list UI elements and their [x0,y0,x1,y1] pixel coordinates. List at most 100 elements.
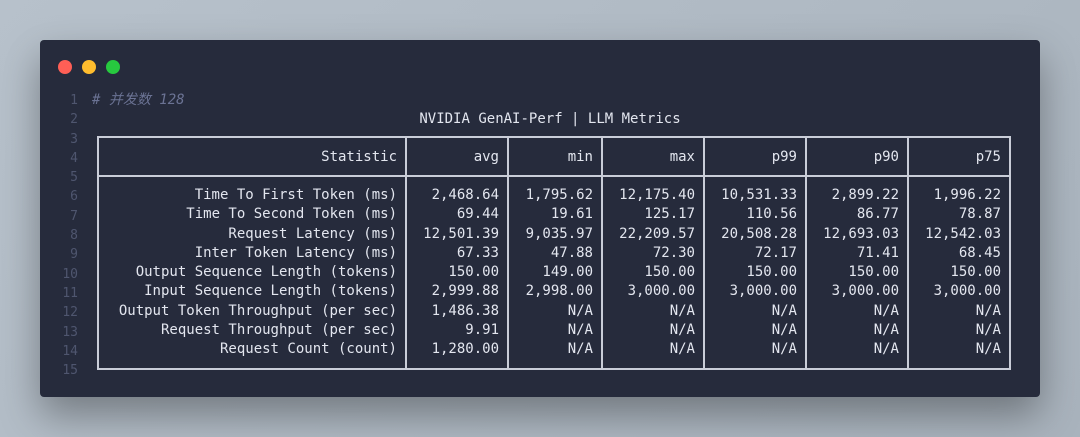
table-cell: N/A [805,321,908,341]
table-cell: 1,795.62 [507,176,602,206]
table-cell: 72.30 [601,243,704,264]
table-cell: 12,501.39 [405,224,508,244]
line-number: 4 [70,150,78,166]
table-cell: N/A [703,301,806,322]
table-cell: 149.00 [507,263,602,283]
table-row: Request Count (count) 1,280.00 N/A N/A N/A N/… [99,340,1009,369]
table-cell: N/A [805,301,908,322]
line-number: 10 [62,266,78,282]
table-title: NVIDIA GenAI-Perf | LLM Metrics [419,111,681,127]
table-cell: N/A [907,321,1009,341]
header-avg: avg [405,138,508,177]
table-cell: 47.88 [507,243,602,264]
line-number: 11 [62,285,78,301]
table-cell: 3,000.00 [907,282,1009,302]
row-label: Request Latency (ms) [228,225,397,242]
line-number: 8 [70,228,78,244]
line-number: 1 [70,93,78,108]
table-header-row: Statistic avg min max p99 p90 p75 [99,138,1009,177]
header-max: max [601,138,704,177]
window-controls [58,60,120,74]
row-label: Inter Token Latency (ms) [194,244,397,261]
table-cell: 2,999.88 [405,282,508,302]
table-cell: 150.00 [805,263,908,283]
terminal-window: 1 2 3 4 5 6 7 8 9 10 11 12 13 14 15 # 并发数 128 NVIDIA G… [40,40,1040,397]
row-label: Time To Second Token (ms) [186,206,397,223]
table-cell: 2,899.22 [805,176,908,206]
line-number: 12 [62,305,78,321]
line-number: 7 [70,208,78,224]
table-cell: N/A [507,321,602,341]
table-cell: N/A [907,301,1009,322]
table-cell: 22,209.57 [601,224,704,244]
table-cell: 86.77 [805,205,908,225]
maximize-button[interactable] [106,60,120,74]
table-cell: 12,175.40 [601,176,704,206]
minimize-button[interactable] [82,60,96,74]
table-cell: 19.61 [507,205,602,225]
table-row: Time To First Token (ms) 2,468.64 1,795.62… [99,176,1009,206]
table-cell: N/A [601,301,704,322]
row-label: Request Count (count) [219,341,397,358]
table-cell: N/A [703,340,806,369]
table-cell: 2,468.64 [405,176,508,206]
line-number: 14 [62,343,78,359]
table-row: Input Sequence Length (tokens) 2,999.88 2,… [99,282,1009,302]
table-cell: N/A [507,340,602,369]
table-cell: 20,508.28 [703,224,806,244]
table-cell: N/A [907,340,1009,369]
line-number: 13 [62,324,78,340]
table-cell: 12,542.03 [907,224,1009,244]
line-number: 15 [62,363,78,379]
table-cell: N/A [805,340,908,369]
table-cell: 1,280.00 [405,340,508,369]
line-number-gutter: 1 2 3 4 5 6 7 8 9 10 11 12 13 14 15 [58,91,78,380]
table-cell: 68.45 [907,243,1009,264]
row-label: Time To First Token (ms) [194,187,397,203]
line-number: 9 [70,247,78,263]
table-cell: 71.41 [805,243,908,264]
table-cell: 67.33 [405,243,508,264]
line-number: 3 [70,131,78,147]
line-number: 5 [70,170,78,186]
header-p99: p99 [703,138,806,177]
line-number: 6 [70,189,78,205]
header-statistic: Statistic [99,138,406,177]
table-cell: 150.00 [601,263,704,283]
table-cell: N/A [601,321,704,341]
row-label: Output Token Throughput (per sec) [118,302,397,319]
table-cell: 3,000.00 [703,282,806,302]
header-p75: p75 [907,138,1009,177]
table-cell: 150.00 [907,263,1009,283]
table-row: Output Token Throughput (per sec) 1,486.3… [99,301,1009,322]
row-label: Input Sequence Length (tokens) [144,283,397,300]
table-cell: N/A [601,340,704,369]
metrics-table: Statistic avg min max p99 p90 p75 Time T… [99,138,1009,369]
table-cell: 2,998.00 [507,282,602,302]
table-row: Request Throughput (per sec) 9.91 N/A N/A N/… [99,321,1009,341]
table-cell: 3,000.00 [805,282,908,302]
table-row: Request Latency (ms) 12,501.39 9,035.97 22,… [99,224,1009,244]
table-row: Output Sequence Length (tokens) 150.00 149… [99,263,1009,283]
table-cell: 110.56 [703,205,806,225]
table-row: Inter Token Latency (ms) 67.33 47.88 72.30 7… [99,243,1009,264]
metrics-table-frame: Statistic avg min max p99 p90 p75 Time T… [97,136,1011,370]
table-row: Time To Second Token (ms) 69.44 19.61 125.1… [99,205,1009,225]
table-cell: N/A [507,301,602,322]
table-cell: 69.44 [405,205,508,225]
header-min: min [507,138,602,177]
table-cell: 9,035.97 [507,224,602,244]
close-button[interactable] [58,60,72,74]
table-cell: 72.17 [703,243,806,264]
table-cell: 150.00 [703,263,806,283]
code-comment: # 并发数 128 [92,92,185,108]
table-cell: 1,486.38 [405,301,508,322]
header-p90: p90 [805,138,908,177]
table-cell: 3,000.00 [601,282,704,302]
table-cell: 150.00 [405,263,508,283]
table-cell: N/A [703,321,806,341]
table-cell: 1,996.22 [907,176,1009,206]
table-cell: 12,693.03 [805,224,908,244]
table-cell: 10,531.33 [703,176,806,206]
table-cell: 125.17 [601,205,704,225]
